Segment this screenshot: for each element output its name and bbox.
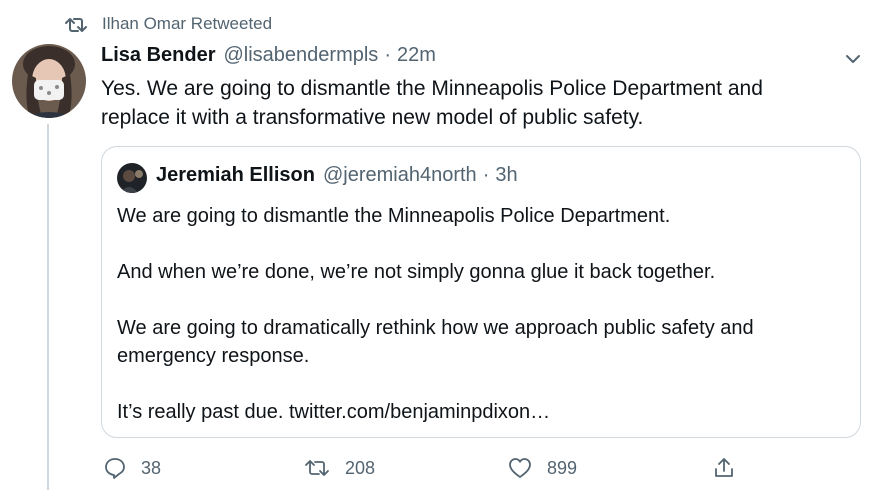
tweet-header: Lisa Bender @lisabendermpls · 22m <box>101 44 436 74</box>
quoted-paragraph: And when we’re done, we’re not simply go… <box>117 261 716 283</box>
retweet-button[interactable]: 208 <box>303 456 375 480</box>
reply-count: 38 <box>141 457 162 478</box>
like-button[interactable]: 899 <box>507 456 577 480</box>
tweet-text-line: replace it with a transformative new mod… <box>101 106 644 129</box>
quoted-author-avatar <box>117 163 147 193</box>
heart-icon <box>509 458 531 478</box>
tweet-text-line: Yes. We are going to dismantle the Minne… <box>101 77 763 100</box>
author-handle[interactable]: @lisabendermpls <box>223 44 378 67</box>
separator-dot: · <box>482 164 490 186</box>
author-avatar[interactable] <box>12 44 86 118</box>
quoted-paragraph: We are going to dramatically rethink how… <box>117 317 754 367</box>
reply-icon <box>105 458 125 479</box>
author-name[interactable]: Lisa Bender <box>101 44 215 67</box>
tweet-text: Yes. We are going to dismantle the Minne… <box>101 74 871 132</box>
quoted-paragraph: We are going to dismantle the Minneapoli… <box>117 205 671 227</box>
retweet-icon <box>65 18 87 32</box>
like-count: 899 <box>547 457 578 478</box>
tweet-actions: 38 208 899 <box>0 456 882 484</box>
quoted-author-handle: @jeremiah4north <box>322 164 477 186</box>
retweet-context-label[interactable]: Ilhan Omar Retweeted <box>102 14 272 34</box>
chevron-down-icon[interactable] <box>842 48 864 70</box>
separator-dot: · <box>384 44 391 66</box>
quoted-tweet-text: We are going to dismantle the Minneapoli… <box>117 202 852 426</box>
share-icon <box>715 458 733 477</box>
thread-line <box>47 124 49 490</box>
quoted-author-name: Jeremiah Ellison <box>156 164 315 186</box>
retweet-icon <box>305 460 329 476</box>
quoted-tweet-time: 3h <box>495 164 518 186</box>
quoted-tweet-header: Jeremiah Ellison @jeremiah4north · 3h <box>156 164 518 187</box>
tweet-time[interactable]: 22m <box>397 44 436 67</box>
reply-button[interactable]: 38 <box>103 456 161 480</box>
share-button[interactable] <box>712 456 750 480</box>
quoted-tweet-card[interactable]: Jeremiah Ellison @jeremiah4north · 3h We… <box>101 146 861 438</box>
quoted-paragraph: It’s really past due. twitter.com/benjam… <box>117 401 551 423</box>
retweet-count: 208 <box>345 457 376 478</box>
